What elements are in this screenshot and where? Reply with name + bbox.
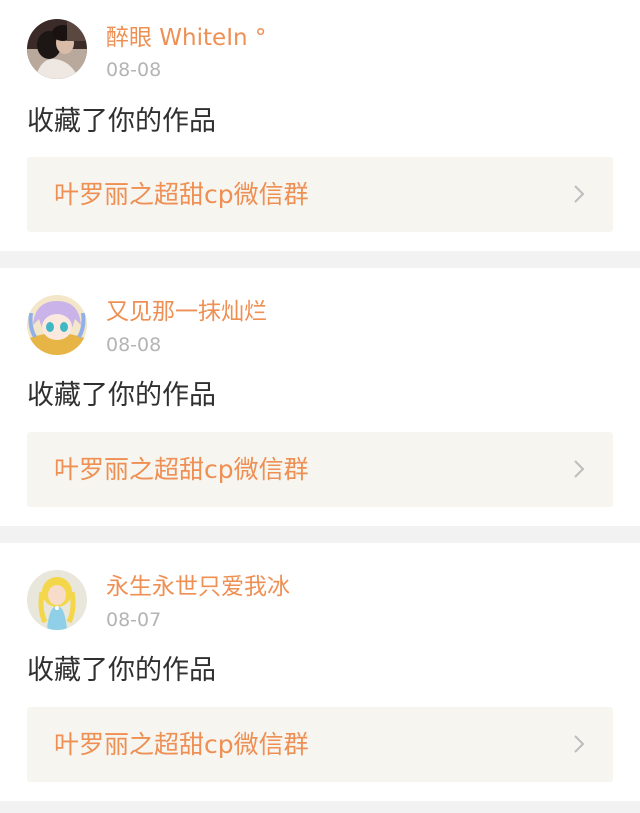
work-link[interactable]: 叶罗丽之超甜cp微信群 [27,707,613,782]
timestamp: 08-08 [106,59,162,81]
work-title: 叶罗丽之超甜cp微信群 [54,730,309,759]
work-link[interactable]: 叶罗丽之超甜cp微信群 [27,157,613,232]
chevron-right-icon [574,185,585,203]
notification-card: 又见那一抹灿烂 08-08 收藏了你的作品 叶罗丽之超甜cp微信群 [0,268,640,526]
user-avatar[interactable] [27,570,87,630]
notification-feed: 醉眼 WhiteIn ° 08-08 收藏了你的作品 叶罗丽之超甜cp微信群 又… [0,0,640,813]
username[interactable]: 又见那一抹灿烂 [106,298,267,326]
action-text: 收藏了你的作品 [27,106,216,137]
chevron-right-icon [574,460,585,478]
work-link[interactable]: 叶罗丽之超甜cp微信群 [27,432,613,507]
chevron-right-icon [574,735,585,753]
notification-card: 永生永世只爱我冰 08-07 收藏了你的作品 叶罗丽之超甜cp微信群 [0,543,640,801]
work-title: 叶罗丽之超甜cp微信群 [54,180,309,209]
user-avatar[interactable] [27,19,87,79]
notification-card: 醉眼 WhiteIn ° 08-08 收藏了你的作品 叶罗丽之超甜cp微信群 [0,0,640,251]
work-title: 叶罗丽之超甜cp微信群 [54,455,309,484]
action-text: 收藏了你的作品 [27,655,216,686]
user-avatar[interactable] [27,295,87,355]
username[interactable]: 醉眼 WhiteIn ° [106,24,266,52]
avatar-anime-icon [27,295,87,355]
avatar-photo-icon [27,19,87,79]
timestamp: 08-08 [106,334,162,356]
timestamp: 08-07 [106,609,162,631]
username[interactable]: 永生永世只爱我冰 [106,573,290,601]
action-text: 收藏了你的作品 [27,380,216,411]
avatar-doll-icon [27,570,87,630]
